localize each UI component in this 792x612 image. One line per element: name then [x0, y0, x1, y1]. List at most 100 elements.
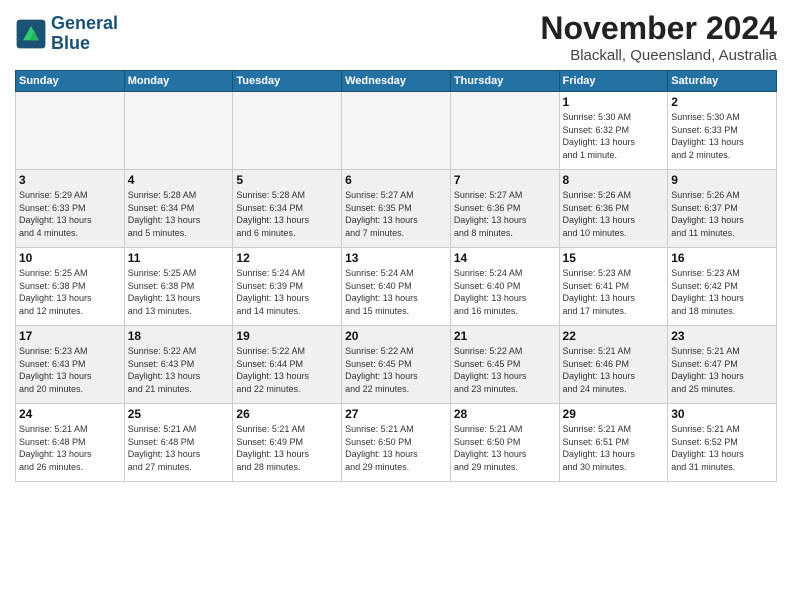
day-info: Sunrise: 5:26 AM Sunset: 6:37 PM Dayligh… [671, 189, 773, 239]
day-number: 20 [345, 329, 447, 343]
week-row-3: 10Sunrise: 5:25 AM Sunset: 6:38 PM Dayli… [16, 248, 777, 326]
calendar-cell: 18 Sunrise: 5:22 AM Sunset: 6:43 PM Dayli… [124, 326, 233, 404]
day-info: Sunrise: 5:23 AM Sunset: 6:43 PM Dayligh… [19, 345, 121, 395]
day-number: 5 [236, 173, 338, 187]
calendar-cell: 11 Sunrise: 5:25 AM Sunset: 6:38 PM Dayli… [124, 248, 233, 326]
calendar-cell [342, 92, 451, 170]
calendar-cell: 7 Sunrise: 5:27 AM Sunset: 6:36 PM Daylig… [450, 170, 559, 248]
day-number: 6 [345, 173, 447, 187]
weekday-header-tuesday: Tuesday [233, 71, 342, 92]
day-info: Sunrise: 5:30 AM Sunset: 6:33 PM Dayligh… [671, 111, 773, 161]
calendar-cell [124, 92, 233, 170]
day-number: 25 [128, 407, 230, 421]
logo: General Blue [15, 14, 118, 54]
day-info: Sunrise: 5:22 AM Sunset: 6:45 PM Dayligh… [454, 345, 556, 395]
logo-line1: General [51, 14, 118, 34]
day-number: 8 [563, 173, 665, 187]
calendar-cell: 6Sunrise: 5:27 AM Sunset: 6:35 PM Daylig… [342, 170, 451, 248]
day-number: 11 [128, 251, 230, 265]
day-number: 2 [671, 95, 773, 109]
day-number: 26 [236, 407, 338, 421]
day-number: 16 [671, 251, 773, 265]
day-info: Sunrise: 5:27 AM Sunset: 6:36 PM Dayligh… [454, 189, 556, 239]
day-number: 9 [671, 173, 773, 187]
day-info: Sunrise: 5:21 AM Sunset: 6:47 PM Dayligh… [671, 345, 773, 395]
calendar-cell: 9 Sunrise: 5:26 AM Sunset: 6:37 PM Daylig… [668, 170, 777, 248]
day-number: 27 [345, 407, 447, 421]
calendar-cell: 17Sunrise: 5:23 AM Sunset: 6:43 PM Dayli… [16, 326, 125, 404]
logo-text: General Blue [51, 14, 118, 54]
month-title: November 2024 [540, 10, 777, 47]
calendar-cell: 21 Sunrise: 5:22 AM Sunset: 6:45 PM Dayli… [450, 326, 559, 404]
day-info: Sunrise: 5:21 AM Sunset: 6:50 PM Dayligh… [345, 423, 447, 473]
calendar-cell [233, 92, 342, 170]
calendar-cell: 1Sunrise: 5:30 AM Sunset: 6:32 PM Daylig… [559, 92, 668, 170]
day-number: 22 [563, 329, 665, 343]
calendar-cell: 15Sunrise: 5:23 AM Sunset: 6:41 PM Dayli… [559, 248, 668, 326]
day-info: Sunrise: 5:23 AM Sunset: 6:42 PM Dayligh… [671, 267, 773, 317]
weekday-header-wednesday: Wednesday [342, 71, 451, 92]
day-number: 12 [236, 251, 338, 265]
calendar-cell: 13 Sunrise: 5:24 AM Sunset: 6:40 PM Dayli… [342, 248, 451, 326]
calendar-cell [16, 92, 125, 170]
calendar-header: SundayMondayTuesdayWednesdayThursdayFrid… [16, 71, 777, 92]
location: Blackall, Queensland, Australia [540, 47, 777, 64]
calendar-cell: 10Sunrise: 5:25 AM Sunset: 6:38 PM Dayli… [16, 248, 125, 326]
week-row-4: 17Sunrise: 5:23 AM Sunset: 6:43 PM Dayli… [16, 326, 777, 404]
calendar-cell: 25 Sunrise: 5:21 AM Sunset: 6:48 PM Dayli… [124, 404, 233, 482]
calendar-cell [450, 92, 559, 170]
day-number: 30 [671, 407, 773, 421]
day-info: Sunrise: 5:29 AM Sunset: 6:33 PM Dayligh… [19, 189, 121, 239]
calendar-cell: 26 Sunrise: 5:21 AM Sunset: 6:49 PM Dayli… [233, 404, 342, 482]
calendar-cell: 12 Sunrise: 5:24 AM Sunset: 6:39 PM Dayli… [233, 248, 342, 326]
day-number: 19 [236, 329, 338, 343]
day-number: 13 [345, 251, 447, 265]
calendar-table: SundayMondayTuesdayWednesdayThursdayFrid… [15, 70, 777, 482]
day-info: Sunrise: 5:22 AM Sunset: 6:43 PM Dayligh… [128, 345, 230, 395]
calendar-cell: 2 Sunrise: 5:30 AM Sunset: 6:33 PM Daylig… [668, 92, 777, 170]
day-info: Sunrise: 5:22 AM Sunset: 6:44 PM Dayligh… [236, 345, 338, 395]
day-info: Sunrise: 5:21 AM Sunset: 6:46 PM Dayligh… [563, 345, 665, 395]
week-row-2: 3Sunrise: 5:29 AM Sunset: 6:33 PM Daylig… [16, 170, 777, 248]
day-info: Sunrise: 5:21 AM Sunset: 6:48 PM Dayligh… [128, 423, 230, 473]
day-info: Sunrise: 5:25 AM Sunset: 6:38 PM Dayligh… [19, 267, 121, 317]
calendar-cell: 28Sunrise: 5:21 AM Sunset: 6:50 PM Dayli… [450, 404, 559, 482]
day-info: Sunrise: 5:21 AM Sunset: 6:51 PM Dayligh… [563, 423, 665, 473]
header: General Blue November 2024 Blackall, Que… [15, 10, 777, 64]
weekday-header-friday: Friday [559, 71, 668, 92]
day-number: 15 [563, 251, 665, 265]
calendar-body: 1Sunrise: 5:30 AM Sunset: 6:32 PM Daylig… [16, 92, 777, 482]
day-number: 4 [128, 173, 230, 187]
calendar-cell: 20Sunrise: 5:22 AM Sunset: 6:45 PM Dayli… [342, 326, 451, 404]
logo-icon [15, 18, 47, 50]
weekday-header-saturday: Saturday [668, 71, 777, 92]
day-number: 14 [454, 251, 556, 265]
calendar-cell: 27 Sunrise: 5:21 AM Sunset: 6:50 PM Dayli… [342, 404, 451, 482]
day-number: 7 [454, 173, 556, 187]
day-info: Sunrise: 5:21 AM Sunset: 6:48 PM Dayligh… [19, 423, 121, 473]
calendar-cell: 29 Sunrise: 5:21 AM Sunset: 6:51 PM Dayli… [559, 404, 668, 482]
day-number: 21 [454, 329, 556, 343]
week-row-5: 24Sunrise: 5:21 AM Sunset: 6:48 PM Dayli… [16, 404, 777, 482]
calendar-cell: 30 Sunrise: 5:21 AM Sunset: 6:52 PM Dayli… [668, 404, 777, 482]
day-info: Sunrise: 5:25 AM Sunset: 6:38 PM Dayligh… [128, 267, 230, 317]
calendar-cell: 22 Sunrise: 5:21 AM Sunset: 6:46 PM Dayli… [559, 326, 668, 404]
calendar-cell: 8Sunrise: 5:26 AM Sunset: 6:36 PM Daylig… [559, 170, 668, 248]
weekday-header-monday: Monday [124, 71, 233, 92]
calendar-cell: 14 Sunrise: 5:24 AM Sunset: 6:40 PM Dayli… [450, 248, 559, 326]
calendar-cell: 23Sunrise: 5:21 AM Sunset: 6:47 PM Dayli… [668, 326, 777, 404]
day-info: Sunrise: 5:24 AM Sunset: 6:40 PM Dayligh… [454, 267, 556, 317]
calendar-cell: 16 Sunrise: 5:23 AM Sunset: 6:42 PM Dayli… [668, 248, 777, 326]
calendar-cell: 4Sunrise: 5:28 AM Sunset: 6:34 PM Daylig… [124, 170, 233, 248]
day-number: 29 [563, 407, 665, 421]
day-info: Sunrise: 5:21 AM Sunset: 6:49 PM Dayligh… [236, 423, 338, 473]
day-info: Sunrise: 5:24 AM Sunset: 6:40 PM Dayligh… [345, 267, 447, 317]
day-info: Sunrise: 5:30 AM Sunset: 6:32 PM Dayligh… [563, 111, 665, 161]
day-number: 18 [128, 329, 230, 343]
weekday-header-thursday: Thursday [450, 71, 559, 92]
day-info: Sunrise: 5:21 AM Sunset: 6:52 PM Dayligh… [671, 423, 773, 473]
calendar-cell: 3Sunrise: 5:29 AM Sunset: 6:33 PM Daylig… [16, 170, 125, 248]
day-info: Sunrise: 5:21 AM Sunset: 6:50 PM Dayligh… [454, 423, 556, 473]
day-info: Sunrise: 5:24 AM Sunset: 6:39 PM Dayligh… [236, 267, 338, 317]
calendar-cell: 19 Sunrise: 5:22 AM Sunset: 6:44 PM Dayli… [233, 326, 342, 404]
